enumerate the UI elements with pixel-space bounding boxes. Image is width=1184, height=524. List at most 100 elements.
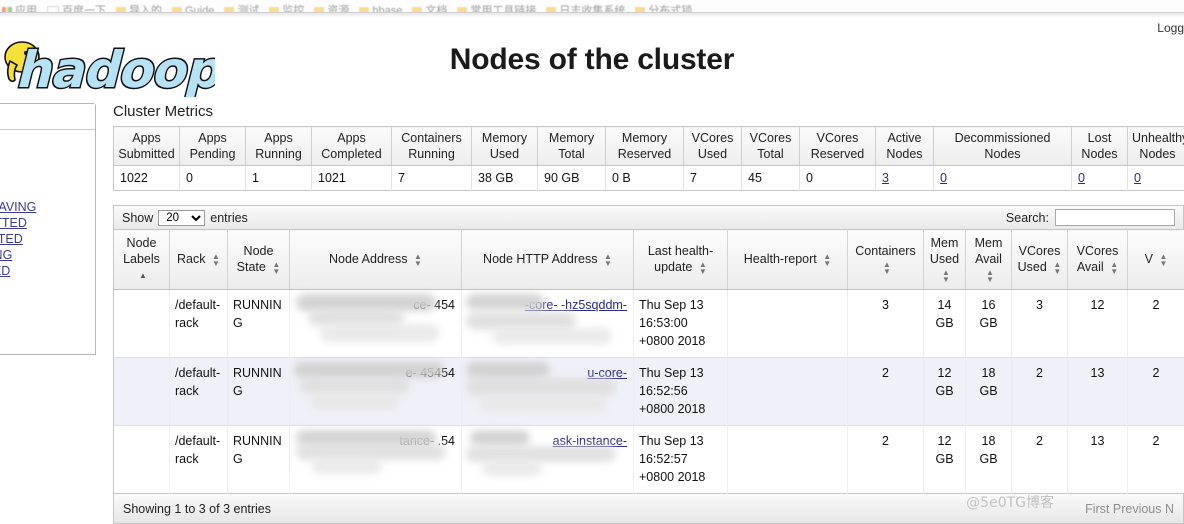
search-label: Search: xyxy=(1006,211,1049,225)
search-input[interactable] xyxy=(1055,209,1175,226)
cell-rack: /default-rack xyxy=(170,290,228,358)
sidebar-item-about[interactable]: t xyxy=(0,135,95,151)
cell-node-labels xyxy=(114,358,170,426)
cell-node-labels xyxy=(114,290,170,358)
metrics-col-vcores-total: VCores Total xyxy=(742,127,800,166)
bookmark-item[interactable]: 资源 xyxy=(314,6,349,13)
sidebar-link[interactable]: CCEPTED xyxy=(0,232,23,246)
col-node-state[interactable]: Node State ▲▼ xyxy=(228,230,290,290)
sidebar-item-submitted[interactable]: UBMITTED xyxy=(0,215,95,231)
col-last-health-update[interactable]: Last health-update ▲▼ xyxy=(634,230,728,290)
metrics-val-apps-submitted: 1022 xyxy=(114,166,180,191)
cell-overflow: 2 xyxy=(1128,426,1184,494)
bookmark-item[interactable]: 百度一下 xyxy=(47,6,106,13)
col-node-address[interactable]: Node Address ▲▼ xyxy=(290,230,462,290)
decommissioned-nodes-link[interactable]: 0 xyxy=(940,171,947,185)
metrics-col-lost-nodes: Lost Nodes xyxy=(1072,127,1128,166)
metrics-val-decommissioned-nodes[interactable]: 0 xyxy=(934,166,1072,191)
bookmark-label: 资源 xyxy=(327,6,349,13)
col-rack[interactable]: Rack ▲▼ xyxy=(170,230,228,290)
table-row[interactable]: /default-rack RUNNING ce- 454 -core- -hz… xyxy=(114,290,1184,358)
bookmark-item[interactable]: hbase xyxy=(359,6,402,13)
metrics-val-unhealthy-nodes[interactable]: 0 xyxy=(1128,166,1184,191)
browser-bookmarks-bar[interactable]: 应用 百度一下 导入的 Guide 测试 监控 资源 hbase 文档 常用工具… xyxy=(0,0,1184,13)
sidebar-item-new-saving[interactable]: EW_SAVING xyxy=(0,199,95,215)
col-health-report[interactable]: Health-report ▲▼ xyxy=(728,230,848,290)
col-node-labels[interactable]: Node Labels ▲ xyxy=(114,230,170,290)
bookmark-item[interactable]: Guide xyxy=(172,6,214,13)
col-mem-avail[interactable]: Mem Avail ▲▼ xyxy=(966,230,1012,290)
sidebar-item-failed[interactable]: AILED xyxy=(0,279,95,295)
metrics-val-lost-nodes[interactable]: 0 xyxy=(1072,166,1128,191)
bookmark-label: hbase xyxy=(372,6,402,13)
sidebar-item-applications[interactable]: cations xyxy=(0,167,95,183)
sidebar-link[interactable]: EW_SAVING xyxy=(0,200,36,214)
sidebar-item-killed[interactable]: ILLED xyxy=(0,295,95,311)
datatable-toolbar: Show 20 40 60 100 entries Search: xyxy=(113,205,1184,229)
col-vcores-used[interactable]: VCores Used ▲▼ xyxy=(1012,230,1068,290)
sidebar-link[interactable]: UNNING xyxy=(0,248,12,262)
sidebar-item-finished[interactable]: NISHED xyxy=(0,263,95,279)
sidebar-item-accepted[interactable]: CCEPTED xyxy=(0,231,95,247)
active-nodes-link[interactable]: 3 xyxy=(882,171,889,185)
sidebar-item-new[interactable]: EW xyxy=(0,183,95,199)
col-node-http-address[interactable]: Node HTTP Address ▲▼ xyxy=(462,230,634,290)
bookmark-item[interactable]: 日志收集系统 xyxy=(546,6,625,13)
bookmark-item[interactable]: 测试 xyxy=(224,6,259,13)
cell-mem-used: 12 GB xyxy=(924,426,966,494)
cell-overflow: 2 xyxy=(1128,290,1184,358)
cell-mem-used: 14 GB xyxy=(924,290,966,358)
bookmark-item[interactable]: 文档 xyxy=(412,6,447,13)
table-row[interactable]: /default-rack RUNNING e- 45454 u-core- xyxy=(114,358,1184,426)
page-title: Nodes of the cluster xyxy=(0,43,1184,77)
datatable-search-control[interactable]: Search: xyxy=(1006,209,1175,226)
bookmark-item[interactable]: 监控 xyxy=(269,6,304,13)
node-http-link[interactable]: u-core- xyxy=(587,364,627,382)
sidebar-item-nodes[interactable]: s xyxy=(0,151,95,167)
unhealthy-nodes-link[interactable]: 0 xyxy=(1134,171,1141,185)
sidebar-item-running[interactable]: UNNING xyxy=(0,247,95,263)
metrics-val-vcores-used: 7 xyxy=(684,166,742,191)
bookmark-item[interactable]: 常用工具链接 xyxy=(457,6,536,13)
col-overflow[interactable]: V ▲▼ xyxy=(1128,230,1184,290)
sort-both-icon: ▲▼ xyxy=(883,261,891,275)
node-http-link[interactable]: ask-instance- xyxy=(553,432,627,450)
datatable-length-control[interactable]: Show 20 40 60 100 entries xyxy=(122,210,248,226)
col-containers[interactable]: Containers ▲▼ xyxy=(848,230,924,290)
table-row[interactable]: /default-rack RUNNING tance- .54 ask-ins… xyxy=(114,426,1184,494)
metrics-val-active-nodes[interactable]: 3 xyxy=(876,166,934,191)
cell-node-http-address[interactable]: -core- -hz5sqddm- xyxy=(462,290,634,358)
col-label: Node State xyxy=(237,244,274,274)
watermark-overlay: @5e0TG博客 xyxy=(966,492,1054,512)
pagination-labels[interactable]: First Previous N xyxy=(1085,502,1174,516)
metrics-val-memory-used: 38 GB xyxy=(472,166,538,191)
cell-node-http-address[interactable]: u-core- xyxy=(462,358,634,426)
metrics-col-vcores-reserved: VCores Reserved xyxy=(800,127,876,166)
cell-node-address[interactable]: tance- .54 xyxy=(290,426,462,494)
cell-containers: 2 xyxy=(848,358,924,426)
cell-node-http-address[interactable]: ask-instance- xyxy=(462,426,634,494)
col-vcores-avail[interactable]: VCores Avail ▲▼ xyxy=(1068,230,1128,290)
col-mem-used[interactable]: Mem Used ▲▼ xyxy=(924,230,966,290)
sort-both-icon: ▲▼ xyxy=(272,261,280,275)
metrics-col-unhealthy-nodes: Unhealthy Nodes xyxy=(1128,127,1184,166)
node-address-text: ce- 454 xyxy=(413,296,455,314)
cell-node-address[interactable]: ce- 454 xyxy=(290,290,462,358)
sidebar-item-scheduler[interactable]: duler xyxy=(0,318,95,334)
cell-node-address[interactable]: e- 45454 xyxy=(290,358,462,426)
cell-mem-avail: 18 GB xyxy=(966,426,1012,494)
entries-per-page-select[interactable]: 20 40 60 100 xyxy=(158,210,205,226)
metrics-col-memory-used: Memory Used xyxy=(472,127,538,166)
datatable-pagination[interactable]: First Previous N @5e0TG博客 xyxy=(1085,502,1174,516)
lost-nodes-link[interactable]: 0 xyxy=(1078,171,1085,185)
sidebar-link[interactable]: NISHED xyxy=(0,264,10,278)
sidebar-header: er xyxy=(0,104,95,130)
nodes-datatable: Show 20 40 60 100 entries Search: xyxy=(113,205,1184,524)
bookmark-item[interactable]: 应用 xyxy=(2,6,37,13)
sidebar-link[interactable]: UBMITTED xyxy=(0,216,27,230)
node-http-link[interactable]: -core- -hz5sqddm- xyxy=(525,296,627,314)
metrics-col-decommissioned-nodes: Decommissioned Nodes xyxy=(934,127,1072,166)
bookmark-item[interactable]: 导入的 xyxy=(116,6,162,13)
bookmark-item[interactable]: 分布式锁 xyxy=(635,6,692,13)
cell-vcores-avail: 13 xyxy=(1068,426,1128,494)
